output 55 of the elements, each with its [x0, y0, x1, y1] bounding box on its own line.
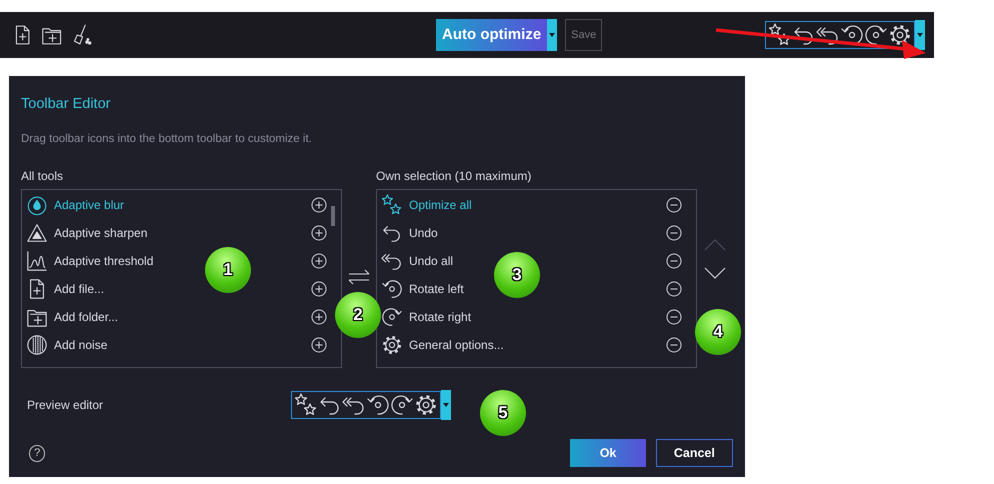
remove-icon[interactable]	[666, 253, 682, 269]
dialog-title: Toolbar Editor	[21, 95, 112, 114]
add-icon[interactable]	[311, 225, 327, 241]
rotate-left-icon	[381, 278, 403, 300]
description-text: Drag toolbar icons into the bottom toolbar to customize it.	[21, 132, 313, 147]
list-item[interactable]: Undo	[409, 224, 438, 242]
dropdown-button[interactable]	[547, 19, 558, 51]
dropdown-button[interactable]	[441, 390, 451, 420]
remove-icon[interactable]	[666, 337, 682, 353]
settings-icon	[381, 334, 403, 356]
rotate-right-icon	[390, 393, 414, 417]
list-label: Own selection (10 maximum)	[376, 168, 532, 185]
list-item[interactable]: Adaptive sharpen	[54, 224, 148, 242]
list-item[interactable]: Rotate right	[409, 308, 472, 326]
list-item[interactable]: Adaptive blur	[54, 196, 124, 214]
swap-icon[interactable]	[347, 268, 371, 284]
settings-icon	[888, 23, 912, 47]
add-icon[interactable]	[311, 197, 327, 213]
list-item[interactable]: Undo all	[409, 252, 454, 270]
dotted-circle-icon	[26, 334, 48, 356]
stars-icon	[768, 23, 792, 47]
drop-icon	[26, 194, 48, 216]
stars-icon	[381, 194, 403, 216]
list-label: All tools	[21, 168, 64, 185]
toolbar-preview[interactable]	[291, 391, 441, 419]
list-item[interactable]: Optimize all	[409, 196, 472, 214]
add-icon[interactable]	[311, 281, 327, 297]
toolbar-preview[interactable]	[765, 21, 915, 49]
cancel-button[interactable]: Cancel	[656, 439, 734, 467]
scrollbar-thumb[interactable]	[331, 206, 335, 226]
list-item[interactable]: Adaptive threshold	[54, 252, 154, 270]
triangle-icon	[26, 222, 48, 244]
rotate-right-icon	[864, 23, 888, 47]
auto-optimize-button[interactable]: Auto optimize	[436, 19, 548, 51]
remove-icon[interactable]	[666, 281, 682, 297]
ok-button[interactable]: Ok	[570, 439, 646, 467]
rotate-right-icon	[381, 306, 403, 328]
add-icon[interactable]	[311, 337, 327, 353]
list-item[interactable]: General options...	[409, 336, 504, 354]
preview-label: Preview editor	[27, 397, 104, 414]
wave-graph-icon	[26, 250, 48, 272]
list-item[interactable]: Add noise	[54, 336, 108, 354]
list-item[interactable]: Add folder...	[54, 308, 118, 326]
rotate-left-icon	[366, 393, 390, 417]
list-item[interactable]: Rotate left	[409, 280, 464, 298]
add-icon[interactable]	[311, 253, 327, 269]
stars-icon	[294, 393, 318, 417]
settings-icon	[414, 393, 438, 417]
remove-icon[interactable]	[666, 309, 682, 325]
remove-icon[interactable]	[666, 197, 682, 213]
dropdown-button[interactable]	[915, 20, 925, 50]
remove-icon[interactable]	[666, 225, 682, 241]
add-icon[interactable]	[311, 309, 327, 325]
list-item[interactable]: Add file...	[54, 280, 104, 298]
help-icon[interactable]: ?	[29, 444, 46, 462]
